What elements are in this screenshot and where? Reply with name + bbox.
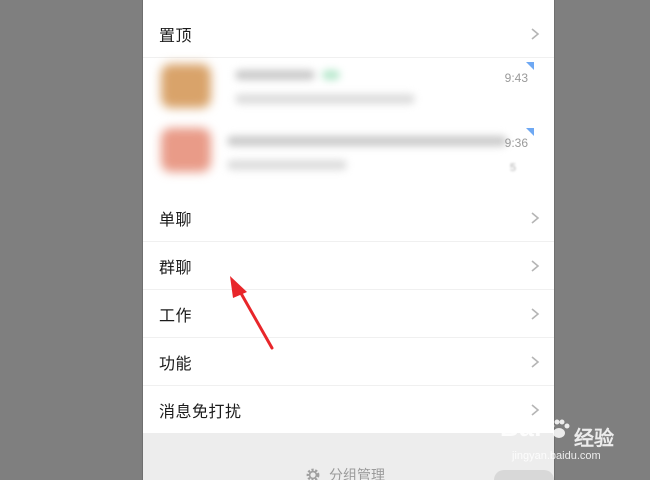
avatar xyxy=(161,64,211,108)
paw-icon xyxy=(549,419,570,438)
blurred-text xyxy=(227,136,507,146)
unread-corner-icon xyxy=(526,128,534,136)
menu-item-label: 消息免打扰 xyxy=(159,404,242,421)
chevron-right-icon xyxy=(531,211,540,224)
menu-item-label: 单聊 xyxy=(159,211,193,229)
blurred-text xyxy=(235,94,415,104)
group-manage-button[interactable]: 分组管理 xyxy=(305,465,385,480)
footer-action-button[interactable] xyxy=(494,470,554,480)
menu-item-group-chat[interactable]: 群聊 xyxy=(143,242,554,290)
menu-item-label: 群聊 xyxy=(159,259,193,277)
gear-icon xyxy=(306,468,320,480)
chevron-right-icon xyxy=(531,307,540,320)
menu-item-do-not-disturb[interactable]: 消息免打扰 xyxy=(143,386,554,434)
menu-item-pinned[interactable]: 置顶 xyxy=(143,10,554,58)
avatar xyxy=(161,128,211,172)
menu-item-label: 置顶 xyxy=(159,27,193,45)
blurred-text xyxy=(235,70,315,80)
group-manage-label: 分组管理 xyxy=(329,467,385,480)
menu-item-label: 工作 xyxy=(159,307,193,325)
chat-snippet: 5 xyxy=(509,162,516,174)
pinned-chat-item[interactable]: 9:36 5 xyxy=(157,118,542,180)
pinned-chat-item[interactable]: 9:43 xyxy=(157,54,542,116)
menu-item-function[interactable]: 功能 xyxy=(143,338,554,386)
chat-time: 9:43 xyxy=(504,71,528,85)
menu-item-work[interactable]: 工作 xyxy=(143,290,554,338)
menu-item-label: 功能 xyxy=(159,355,193,373)
chevron-right-icon xyxy=(531,355,540,368)
menu-item-single-chat[interactable]: 单聊 xyxy=(143,194,554,242)
watermark-url: jingyan.baidu.com xyxy=(512,450,601,462)
watermark-cn: 经验 xyxy=(574,428,614,450)
blurred-text xyxy=(322,70,340,80)
blurred-text xyxy=(227,160,347,170)
chevron-right-icon xyxy=(531,27,540,40)
chevron-right-icon xyxy=(531,259,540,272)
chat-time: 9:36 xyxy=(504,136,528,150)
baidu-watermark: Bai 经验 jingyan.baidu.com xyxy=(500,412,645,470)
watermark-brand: Bai xyxy=(500,412,542,442)
footer-bar: 分组管理 xyxy=(143,433,554,480)
pinned-chats-preview: 9:43 9:36 5 xyxy=(157,54,542,184)
unread-corner-icon xyxy=(526,62,534,70)
phone-screen: 置顶 9:43 9:36 5 单聊 群聊 工作 功能 消息免打扰 分组管理 xyxy=(142,0,555,480)
